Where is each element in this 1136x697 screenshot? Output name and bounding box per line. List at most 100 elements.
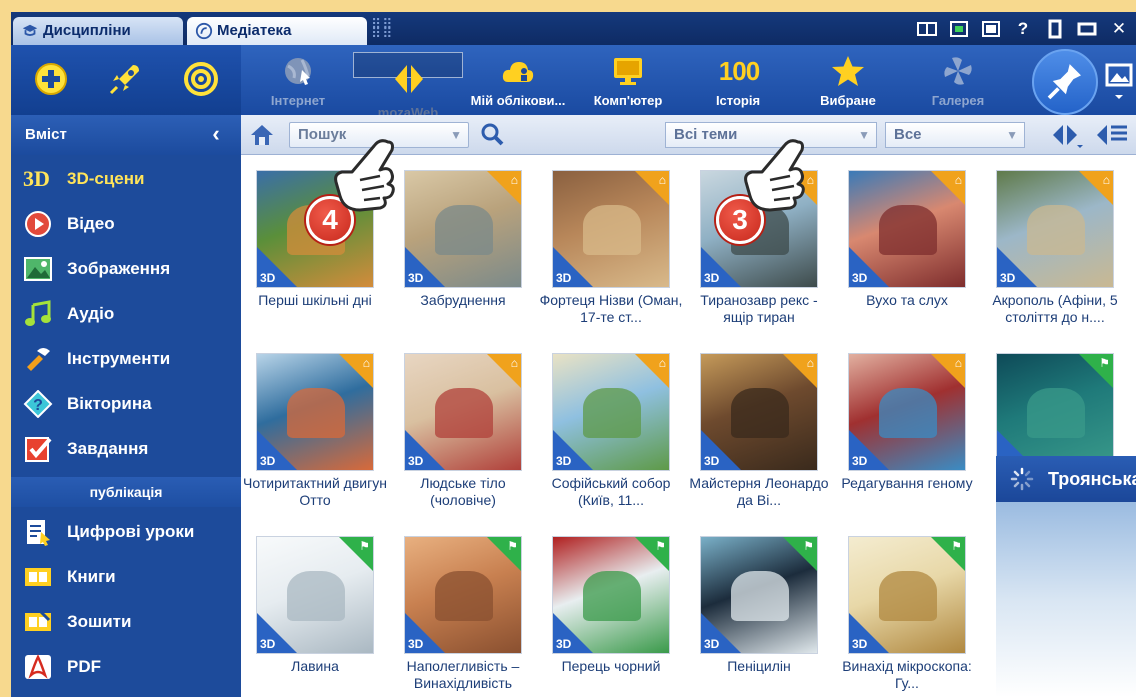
media-card-title[interactable]: Забруднення xyxy=(389,292,537,309)
media-thumbnail[interactable]: ⚑ 3D xyxy=(552,536,670,654)
media-card-title[interactable]: Наполегливість – Винахідливість xyxy=(389,658,537,692)
media-card[interactable]: ⌂ 3D Чотиритактний двигун Отто xyxy=(241,338,387,508)
cloud-user-icon xyxy=(502,62,534,82)
close-icon[interactable]: ✕ xyxy=(1108,18,1130,40)
media-card-title[interactable]: Фортеця Нізви (Оман, 17-те ст... xyxy=(537,292,685,326)
toolbar-history-button[interactable]: 100 Історія xyxy=(683,45,793,115)
media-card-title[interactable]: Лавина xyxy=(241,658,389,675)
media-card-title[interactable]: Людське тіло (чоловіче) xyxy=(389,475,537,509)
chevron-down-icon[interactable]: ▼ xyxy=(858,123,870,147)
media-card[interactable]: ⌂ 3D Редагування геному xyxy=(833,338,973,508)
media-card[interactable]: ⌂ 3D Забруднення xyxy=(389,155,529,325)
media-thumbnail[interactable]: ⚑3D xyxy=(256,536,374,654)
3d-badge: 3D xyxy=(556,637,572,651)
green-square-icon[interactable] xyxy=(948,18,970,40)
maximize-icon[interactable] xyxy=(1076,18,1098,40)
sidebar-item-video[interactable]: Відео xyxy=(11,202,241,246)
media-card[interactable]: ⌂ 3D Вухо та слух xyxy=(833,155,973,325)
media-thumbnail[interactable]: ⌂ 3D xyxy=(700,353,818,471)
media-card-title[interactable]: Вухо та слух xyxy=(833,292,981,309)
toolbar-computer-button[interactable]: Комп'ютер xyxy=(573,45,683,115)
new-tab-grid-icon[interactable]: ⠿⠿ ⠿⠿ xyxy=(371,17,399,40)
collapse-chevron-icon[interactable]: ‹ xyxy=(191,115,241,155)
toolbar-account-button[interactable]: Мій облікови... xyxy=(463,45,573,115)
popup-title: Троянська xyxy=(1048,469,1136,489)
3d-badge: 3D xyxy=(556,271,572,285)
toolbar-favorites-button[interactable]: Вибране xyxy=(793,45,903,115)
sidebar-item-tools[interactable]: Інструменти xyxy=(11,337,241,381)
media-card-title[interactable]: Софійський собор (Київ, 11... xyxy=(537,475,685,509)
media-card-title[interactable]: Пеніцилін xyxy=(685,658,833,675)
media-thumbnail[interactable]: ⚑3D xyxy=(848,536,966,654)
view-options-icon[interactable] xyxy=(1093,121,1129,149)
window-icon[interactable] xyxy=(980,18,1002,40)
media-card[interactable]: ⌂ 3D Майстерня Леонардо да Ві... xyxy=(685,338,829,508)
search-icon[interactable] xyxy=(479,121,505,147)
scope-select[interactable]: Все ▼ xyxy=(885,122,1025,148)
3d-badge: 3D xyxy=(408,454,424,468)
pin-button[interactable] xyxy=(1032,49,1098,115)
media-card[interactable]: ⌂ 3D Акрополь (Афіни, 5 століття до н.... xyxy=(981,155,1121,325)
media-card[interactable]: ⚑ 3D Винахід мікроскопа: Гу... xyxy=(833,521,973,691)
chevron-down-icon[interactable]: ▼ xyxy=(1006,123,1018,147)
3d-badge: 3D xyxy=(1000,271,1016,285)
media-card-title[interactable]: Редагування геному xyxy=(833,475,981,492)
media-card-title[interactable]: Тиранозавр рекс - ящір тиран xyxy=(685,292,833,326)
media-thumbnail[interactable]: ⚑3D xyxy=(700,536,818,654)
toolbar-button-label: Галерея xyxy=(931,93,985,108)
media-card[interactable]: ⚑ 3D Пеніцилін xyxy=(685,521,825,691)
3d-badge: 3D xyxy=(852,454,868,468)
add-icon[interactable] xyxy=(31,59,71,99)
media-thumbnail[interactable]: ⌂ 3D xyxy=(552,170,670,288)
sidebar-item-digital-lessons[interactable]: Цифрові уроки xyxy=(11,510,241,554)
media-thumbnail[interactable]: ⌂ 3D xyxy=(404,170,522,288)
restore-icon[interactable] xyxy=(1044,18,1066,40)
media-thumbnail[interactable]: ⚑3D xyxy=(404,536,522,654)
toolbar-mozaweb-button[interactable]: mozaWeb xyxy=(353,52,463,120)
pointing-hand-icon xyxy=(334,139,395,212)
media-card-title[interactable]: Перші шкільні дні xyxy=(241,292,389,309)
media-card[interactable]: ⌂ 3D Фортеця Нізви (Оман, 17-те ст... xyxy=(537,155,682,325)
rocket-icon[interactable] xyxy=(105,59,145,99)
flag-icon: ⚑ xyxy=(655,539,666,553)
toolbar-internet-button[interactable]: Інтернет xyxy=(243,45,353,115)
target-icon[interactable] xyxy=(181,59,221,99)
home-icon[interactable] xyxy=(249,123,275,147)
media-thumbnail[interactable]: ⌂ 3D xyxy=(404,353,522,471)
media-card[interactable]: ⌂ 3D Софійський собор (Київ, 11... xyxy=(537,338,677,508)
sidebar-item-pdf[interactable]: PDF xyxy=(11,645,241,689)
media-thumbnail[interactable]: ⌂ 3D xyxy=(256,353,374,471)
tab-disciplines[interactable]: Дисципліни xyxy=(13,17,183,45)
sidebar-item-label: Аудіо xyxy=(67,304,115,323)
tab-media-library[interactable]: Медіатека xyxy=(187,17,367,45)
sidebar-item-books[interactable]: Книги xyxy=(11,555,241,599)
media-card[interactable]: ⌂ 3D Людське тіло (чоловіче) xyxy=(389,338,529,508)
media-thumbnail[interactable]: ⚑3D xyxy=(996,353,1114,471)
media-card-title[interactable]: Майстерня Леонардо да Ві... xyxy=(685,475,833,509)
media-card[interactable]: ⚑ 3D Наполегливість – Винахідливість xyxy=(389,521,529,691)
media-thumbnail[interactable]: ⌂ 3D xyxy=(552,353,670,471)
media-thumbnail[interactable]: ⌂ 3D xyxy=(848,353,966,471)
list-view-icon[interactable] xyxy=(916,18,938,40)
toolbar-gallery-button[interactable]: Галерея xyxy=(903,45,1013,115)
help-icon[interactable]: ? xyxy=(1012,18,1034,40)
sort-icon[interactable] xyxy=(1047,121,1083,149)
media-card-title[interactable]: Перець чорний xyxy=(537,658,685,675)
sidebar-section-publication: публікація xyxy=(11,477,241,507)
media-card-title[interactable]: Чотиритактний двигун Отто xyxy=(241,475,389,509)
sidebar-item-images[interactable]: Зображення xyxy=(11,247,241,291)
media-card-title[interactable]: Акрополь (Афіни, 5 століття до н.... xyxy=(981,292,1129,326)
sidebar-item-notebooks[interactable]: Зошити xyxy=(11,600,241,644)
sidebar-item-tasks[interactable]: Завдання xyxy=(11,427,241,471)
sidebar-item-quiz[interactable]: ? Вікторина xyxy=(11,382,241,426)
media-thumbnail[interactable]: ⌂ 3D xyxy=(848,170,966,288)
sidebar-item-3d-scenes[interactable]: 3D 3D-сцени xyxy=(11,157,241,201)
sidebar-item-label: Інструменти xyxy=(67,349,171,368)
sidebar-item-audio[interactable]: Аудіо xyxy=(11,292,241,336)
image-dropdown-icon[interactable] xyxy=(1101,51,1136,111)
media-card-title[interactable]: Винахід мікроскопа: Гу... xyxy=(833,658,981,692)
media-card[interactable]: ⚑ 3D Лавина xyxy=(241,521,381,691)
media-thumbnail[interactable]: ⌂ 3D xyxy=(996,170,1114,288)
chevron-down-icon[interactable]: ▼ xyxy=(450,123,462,147)
media-card[interactable]: ⚑ 3D Перець чорний xyxy=(537,521,677,691)
